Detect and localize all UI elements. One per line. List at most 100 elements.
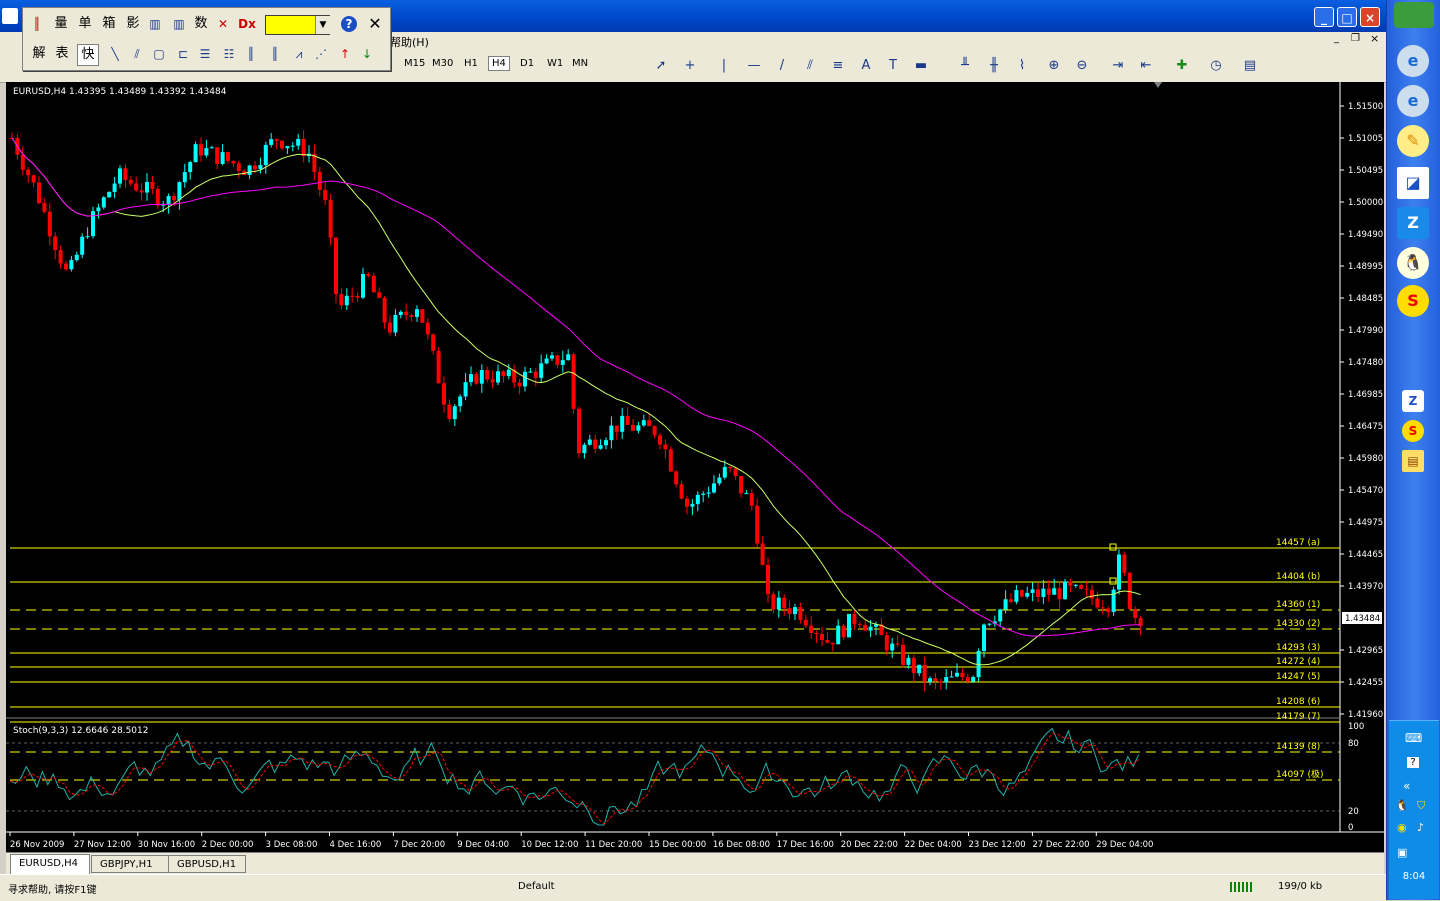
tray-qq-icon[interactable]: 🐧: [1395, 799, 1409, 812]
arrow-up-icon[interactable]: ↑: [335, 44, 355, 64]
timeframe-h1[interactable]: H1: [464, 58, 478, 69]
parallel-lines-icon[interactable]: ⫽: [127, 44, 147, 64]
crossed-lines-icon[interactable]: ✕: [213, 14, 233, 34]
mdi-close-icon[interactable]: ×: [1370, 32, 1379, 45]
timeframe-m15[interactable]: M15: [404, 58, 425, 69]
mdi-minimize-icon[interactable]: _: [1334, 33, 1339, 44]
dx-icon[interactable]: Dx: [237, 14, 257, 34]
gann-icon[interactable]: ☷: [219, 44, 239, 64]
candle-chart-icon[interactable]: ╫: [985, 57, 1003, 75]
start-button[interactable]: [1394, 2, 1434, 28]
channel-icon[interactable]: ⊏: [173, 44, 193, 64]
status-traffic: 199/0 kb: [1278, 881, 1323, 892]
app-swirl-icon[interactable]: S: [1397, 285, 1429, 317]
crosshair-icon[interactable]: +: [681, 57, 699, 75]
vertical-line-icon[interactable]: |: [715, 57, 733, 75]
maximize-button[interactable]: □: [1337, 7, 1357, 27]
trendline-icon[interactable]: /: [773, 57, 791, 75]
ie-alt-icon[interactable]: e: [1397, 85, 1429, 117]
chevron-down-icon[interactable]: ▼: [315, 16, 330, 34]
tab-gbpusd-h1[interactable]: GBPUSD,H1: [168, 855, 246, 873]
fan-icon[interactable]: ⩘: [289, 44, 309, 64]
auto-scroll-icon[interactable]: ⇥: [1109, 57, 1127, 75]
chart-canvas[interactable]: EURUSD,H4 1.43395 1.43489 1.43392 1.4348…: [6, 82, 1384, 852]
float-box[interactable]: 箱: [99, 14, 119, 34]
tray-network-icon[interactable]: ◉: [1397, 821, 1407, 834]
arrow-down-icon[interactable]: ↓: [357, 44, 377, 64]
line-draw-icon[interactable]: ╲: [105, 44, 125, 64]
indicators-icon[interactable]: ✚: [1173, 57, 1191, 75]
time-tick-label: 27 Dec 22:00: [1032, 840, 1089, 850]
line-chart-icon[interactable]: ⌇: [1013, 57, 1031, 75]
equidistant-channel-icon[interactable]: ⫽: [801, 57, 819, 75]
float-data[interactable]: 数: [191, 14, 211, 34]
text-label-icon[interactable]: T: [884, 57, 902, 75]
cursor-icon[interactable]: ➚: [652, 57, 670, 75]
z-small-icon[interactable]: Z: [1402, 390, 1424, 412]
zoom-out-icon[interactable]: ⊖: [1073, 57, 1091, 75]
price-tick-label: 1.42455: [1348, 678, 1383, 688]
minimize-button[interactable]: _: [1314, 7, 1334, 27]
tray-keyboard-icon[interactable]: ⌨: [1405, 731, 1422, 745]
close-button[interactable]: ×: [1360, 7, 1380, 27]
zoom-in-icon[interactable]: ⊕: [1045, 57, 1063, 75]
float-explain[interactable]: 解: [29, 44, 49, 64]
fib-levels-icon[interactable]: ☰: [195, 44, 215, 64]
tray-monitor-icon[interactable]: ▣: [1397, 846, 1407, 859]
tab-gbpjpy-h1[interactable]: GBPJPY,H1: [91, 855, 169, 873]
rectangle-icon[interactable]: ▢: [149, 44, 169, 64]
timeframe-w1[interactable]: W1: [547, 58, 563, 69]
clock[interactable]: 8:04: [1389, 871, 1439, 882]
chart-shift-icon[interactable]: ⇤: [1137, 57, 1155, 75]
timeframe-h4[interactable]: H4: [488, 56, 510, 71]
tray-help-icon[interactable]: ?: [1407, 757, 1419, 768]
flag-icon[interactable]: ◪: [1397, 167, 1429, 199]
timeframe-mn[interactable]: MN: [572, 58, 588, 69]
tray-arrow-icon[interactable]: «: [1403, 779, 1410, 793]
text-icon[interactable]: A: [857, 57, 875, 75]
timeframe-d1[interactable]: D1: [520, 58, 534, 69]
float-table[interactable]: 表: [52, 44, 72, 64]
candle-body: [490, 379, 495, 383]
tray-volume-icon[interactable]: ♪: [1417, 821, 1424, 834]
ie-icon[interactable]: e: [1397, 45, 1429, 77]
cycle-lines-icon[interactable]: ║: [241, 44, 261, 64]
mdi-restore-icon[interactable]: ❐: [1351, 33, 1360, 44]
connection-icon: [1230, 882, 1252, 892]
qq-icon[interactable]: 🐧: [1397, 247, 1429, 279]
swirl-small-icon[interactable]: S: [1402, 420, 1424, 442]
paint-icon[interactable]: ✎: [1397, 125, 1429, 157]
candle-body: [458, 396, 463, 407]
candle-body: [690, 504, 695, 507]
speed-lines-icon[interactable]: ⋰: [311, 44, 331, 64]
templates-icon[interactable]: ▤: [1241, 57, 1259, 75]
bar-chart-icon[interactable]: ╨: [956, 57, 974, 75]
note-icon[interactable]: ▤: [1402, 450, 1424, 472]
tab-eurusd-h4[interactable]: EURUSD,H4: [10, 854, 90, 874]
period-lines-icon[interactable]: ║: [265, 44, 285, 64]
histogram-icon[interactable]: ▥: [145, 14, 165, 34]
candle-body: [652, 426, 657, 436]
chart-window[interactable]: EURUSD,H4 1.43395 1.43489 1.43392 1.4348…: [6, 82, 1384, 852]
help-icon[interactable]: ?: [341, 16, 357, 32]
float-volume[interactable]: 量: [51, 14, 71, 34]
tray-shield-icon[interactable]: ⛉: [1417, 799, 1425, 813]
arrow-label-icon[interactable]: ▬: [912, 57, 930, 75]
candles-icon[interactable]: ║: [27, 14, 47, 34]
candle-body: [193, 144, 198, 163]
float-quick[interactable]: 快: [77, 44, 99, 66]
periods-icon[interactable]: ◷: [1207, 57, 1225, 75]
fibonacci-icon[interactable]: ≡: [829, 57, 847, 75]
timeframe-m30[interactable]: M30: [432, 58, 453, 69]
horizontal-line-icon[interactable]: —: [745, 57, 763, 75]
histogram2-icon[interactable]: ▥: [169, 14, 189, 34]
candle-body: [290, 145, 295, 147]
z-app-icon[interactable]: Z: [1397, 207, 1429, 239]
float-shadow[interactable]: 影: [123, 14, 143, 34]
close-icon[interactable]: ✕: [365, 14, 385, 34]
level-label: 14097 (极): [1276, 768, 1324, 780]
float-single[interactable]: 单: [75, 14, 95, 34]
menu-help[interactable]: 帮助(H): [390, 34, 429, 50]
price-tick-label: 1.44975: [1348, 518, 1383, 528]
level-label: 14330 (2): [1276, 619, 1320, 629]
